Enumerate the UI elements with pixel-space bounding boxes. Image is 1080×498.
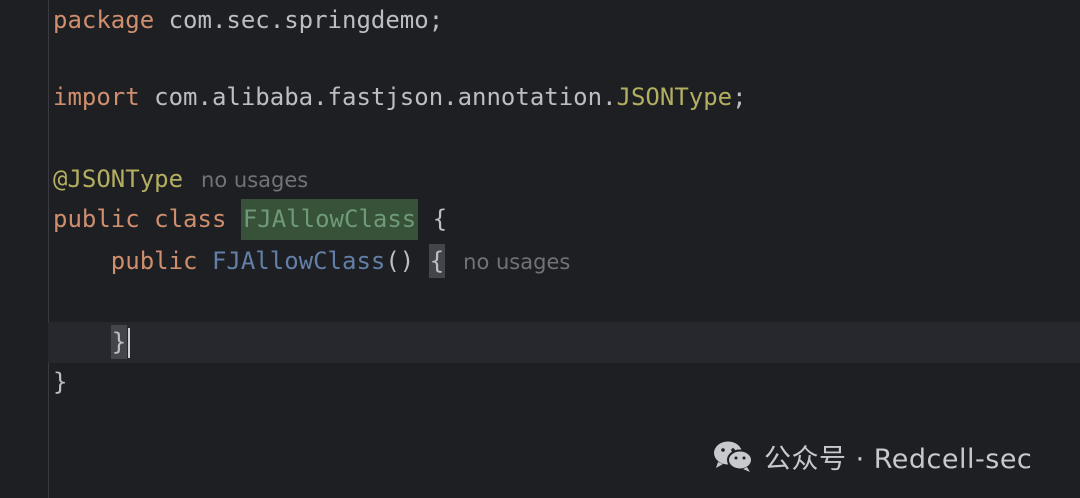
usage-hint[interactable]: no usages	[463, 250, 570, 274]
constructor-parens: ()	[385, 247, 429, 275]
wechat-icon	[714, 441, 753, 472]
code-line-close-constructor[interactable]: }	[53, 322, 131, 363]
import-keyword: import	[53, 83, 140, 111]
code-line-annotation[interactable]: @JSONType no usages	[53, 159, 308, 200]
close-brace: }	[53, 368, 68, 396]
class-name-highlighted[interactable]: FJAllowClass	[240, 199, 419, 240]
public-keyword: public	[110, 247, 198, 275]
constructor-name[interactable]: FJAllowClass	[212, 247, 385, 275]
code-line-package[interactable]: package com.sec.springdemo;	[53, 0, 443, 41]
code-line-class-declaration[interactable]: public class FJAllowClass {	[53, 199, 447, 240]
import-semicolon: ;	[732, 83, 747, 111]
open-brace: {	[418, 205, 448, 233]
text-caret	[128, 328, 131, 358]
class-keyword: class	[139, 205, 241, 233]
watermark-text: 公众号 · Redcell-sec	[764, 443, 1033, 475]
code-line-constructor[interactable]: public FJAllowClass() { no usages	[53, 241, 570, 282]
code-editor[interactable]: package com.sec.springdemo; import com.a…	[0, 0, 1080, 498]
import-path: com.alibaba.fastjson.annotation.	[139, 83, 617, 111]
import-class-name: JSONType	[616, 83, 733, 111]
package-keyword: package	[53, 6, 155, 34]
public-keyword: public	[53, 205, 140, 233]
current-line-highlight	[48, 322, 1080, 363]
annotation: @JSONType	[53, 165, 184, 193]
matched-open-brace: {	[428, 244, 446, 278]
usage-hint[interactable]: no usages	[201, 168, 308, 192]
package-name: com.sec.springdemo;	[154, 6, 444, 34]
code-line-import[interactable]: import com.alibaba.fastjson.annotation.J…	[53, 77, 747, 118]
matched-close-brace: }	[110, 325, 128, 359]
code-line-close-class[interactable]: }	[53, 362, 67, 403]
watermark: 公众号 · Redcell-sec	[712, 436, 1032, 476]
gutter-divider	[48, 0, 49, 498]
